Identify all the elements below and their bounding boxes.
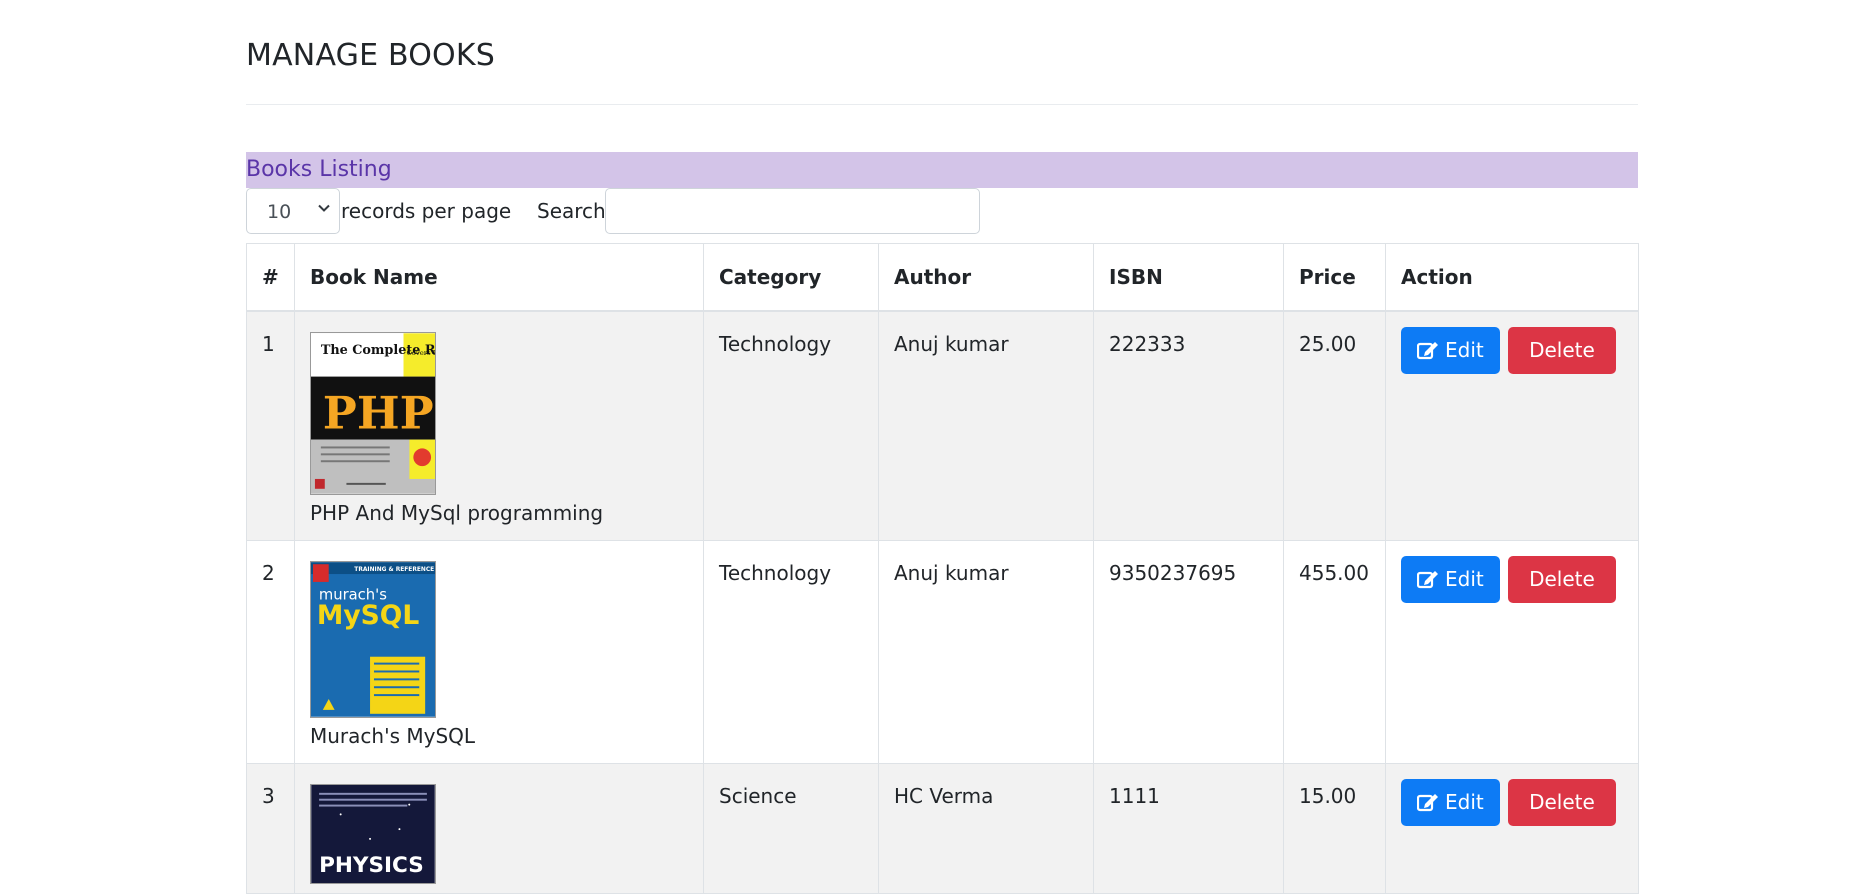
edit-icon (1417, 570, 1438, 588)
row-price: 455.00 (1283, 539, 1386, 764)
row-author: Anuj kumar (878, 310, 1094, 541)
edit-icon (1417, 342, 1438, 360)
header-isbn[interactable]: ISBN (1093, 243, 1284, 312)
header-price[interactable]: Price (1283, 243, 1386, 312)
search-input[interactable] (605, 188, 980, 234)
row-actions: Edit Delete (1385, 310, 1639, 541)
delete-button[interactable]: Delete (1508, 778, 1616, 826)
divider (246, 104, 1638, 105)
header-book-name[interactable]: Book Name (294, 243, 704, 312)
table-row: 2 TRAINING & REFERENCE murach's MySQL Mu… (246, 539, 1639, 764)
search-label: Search: (537, 199, 613, 223)
row-isbn: 1111 (1093, 762, 1284, 894)
row-actions: Edit Delete (1385, 539, 1639, 764)
header-category[interactable]: Category (703, 243, 879, 312)
cover-big-text: MySQL (317, 600, 419, 631)
book-name: Murach's MySQL (310, 723, 476, 748)
panel-heading: Books Listing (246, 152, 1638, 188)
row-book-name-cell: PHYSICS (294, 762, 704, 894)
cover-badge-text: Covers PHP 5.2 (406, 349, 436, 357)
row-author: Anuj kumar (878, 539, 1094, 764)
records-per-page-value: 10 (267, 201, 292, 223)
edit-button[interactable]: Edit (1401, 327, 1500, 374)
header-num[interactable]: # (246, 243, 295, 312)
row-actions: Edit Delete (1385, 762, 1639, 894)
table-row: 3 PHYSICS Science HC Verma 1111 15.00 Ed… (246, 762, 1639, 894)
books-table: # Book Name Category Author ISBN Price A… (246, 243, 1639, 894)
row-book-name-cell: The Complete Reference Covers PHP 5.2 PH… (294, 310, 704, 541)
row-num: 3 (246, 762, 295, 894)
row-isbn: 9350237695 (1093, 539, 1284, 764)
delete-button[interactable]: Delete (1508, 555, 1616, 603)
row-author: HC Verma (878, 762, 1094, 894)
delete-button[interactable]: Delete (1508, 327, 1616, 374)
row-isbn: 222333 (1093, 310, 1284, 541)
cover-top-text: TRAINING & REFERENCE (354, 567, 434, 573)
row-num: 1 (246, 310, 295, 541)
book-name: PHP And MySql programming (310, 501, 604, 525)
row-book-name-cell: TRAINING & REFERENCE murach's MySQL Mura… (294, 539, 704, 764)
cover-big-text: PHP (323, 387, 434, 440)
cover-big-text: PHYSICS (319, 853, 424, 878)
header-action[interactable]: Action (1385, 243, 1639, 312)
edit-label: Edit (1445, 566, 1484, 591)
row-category: Technology (703, 310, 879, 541)
page-title: MANAGE BOOKS (246, 38, 495, 73)
row-price: 15.00 (1283, 762, 1386, 894)
edit-button[interactable]: Edit (1401, 778, 1500, 826)
book-cover-mysql: TRAINING & REFERENCE murach's MySQL (310, 560, 436, 718)
row-price: 25.00 (1283, 310, 1386, 541)
row-category: Science (703, 762, 879, 894)
table-header-row: # Book Name Category Author ISBN Price A… (246, 243, 1639, 312)
book-cover-php: The Complete Reference Covers PHP 5.2 PH… (310, 332, 436, 495)
edit-button[interactable]: Edit (1401, 555, 1500, 603)
records-per-page-label: records per page (341, 199, 512, 223)
edit-label: Edit (1445, 338, 1484, 362)
table-controls: 10 records per page Search: (246, 188, 1638, 236)
row-category: Technology (703, 539, 879, 764)
chevron-down-icon (318, 204, 330, 212)
table-row: 1 The Complete Reference Covers PHP 5.2 … (246, 310, 1639, 541)
records-per-page-select[interactable]: 10 (246, 188, 340, 234)
edit-icon (1417, 793, 1438, 811)
edit-label: Edit (1445, 789, 1484, 814)
row-num: 2 (246, 539, 295, 764)
header-author[interactable]: Author (878, 243, 1094, 312)
book-cover-physics: PHYSICS (310, 783, 436, 884)
